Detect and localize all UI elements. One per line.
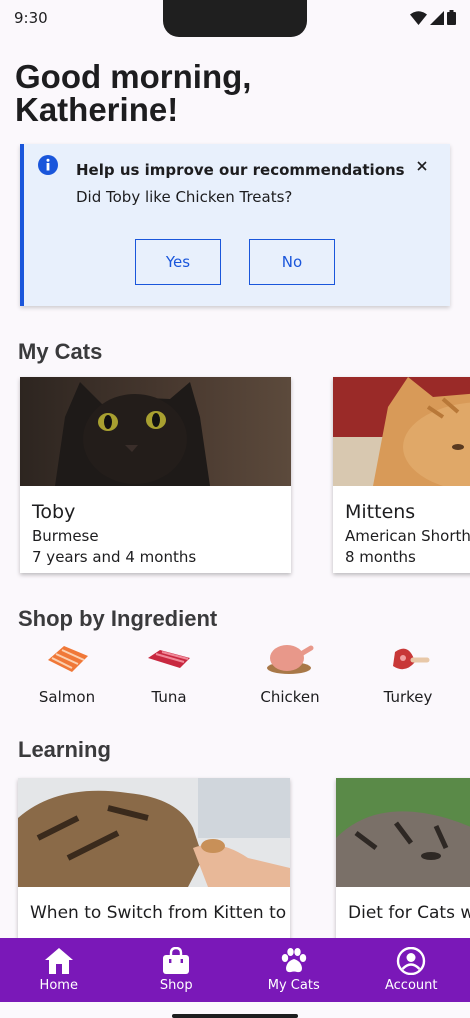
nav-item-shop[interactable]: Shop xyxy=(118,938,236,1002)
bottom-navigation: Home Shop My Cats Account xyxy=(0,938,470,1002)
signal-icon xyxy=(430,10,444,25)
turkey-icon xyxy=(393,648,430,670)
ingredient-label: Chicken xyxy=(260,688,320,706)
ingredient-label: Tuna xyxy=(151,688,187,706)
camera-notch xyxy=(163,0,307,37)
article-photo xyxy=(336,778,470,887)
article-title: Diet for Cats with Stones xyxy=(348,903,470,923)
ingredient-label: Salmon xyxy=(38,688,96,706)
ingredient-salmon[interactable]: Salmon xyxy=(17,638,117,710)
banner-question: Did Toby like Chicken Treats? xyxy=(76,188,293,206)
nav-item-account[interactable]: Account xyxy=(353,938,470,1002)
ingredient-tuna[interactable]: Tuna xyxy=(119,638,219,710)
close-icon[interactable] xyxy=(414,158,430,174)
paw-icon xyxy=(281,948,306,973)
cat-card-mittens[interactable]: Mittens American Shorthair 8 months xyxy=(333,377,470,573)
ingredient-turkey[interactable]: Turkey xyxy=(358,638,458,710)
cat-name: Toby xyxy=(32,501,76,523)
status-bar: 9:30 xyxy=(0,0,470,38)
banner-title: Help us improve our recommendations xyxy=(76,161,405,179)
status-time: 9:30 xyxy=(14,9,48,27)
nav-label: Account xyxy=(385,978,438,993)
account-icon xyxy=(397,947,426,975)
no-button[interactable]: No xyxy=(249,239,335,285)
yes-button[interactable]: Yes xyxy=(135,239,221,285)
cat-breed: American Shorthair xyxy=(345,527,470,545)
article-card[interactable]: Diet for Cats with Stones xyxy=(336,778,470,948)
battery-icon xyxy=(447,10,456,25)
ingredient-label: Turkey xyxy=(383,688,433,706)
tuna-icon xyxy=(148,650,190,668)
info-icon xyxy=(38,155,58,175)
article-photo xyxy=(18,778,290,887)
shop-by-ingredient-heading: Shop by Ingredient xyxy=(18,606,218,631)
home-indicator[interactable] xyxy=(172,1014,298,1018)
cat-name: Mittens xyxy=(345,501,416,523)
learning-heading: Learning xyxy=(18,737,111,762)
cat-age: 8 months xyxy=(345,548,416,566)
article-title: When to Switch from Kitten to Adult Food xyxy=(30,903,290,923)
nav-label: Home xyxy=(39,978,78,993)
cat-photo xyxy=(20,377,291,486)
cat-photo xyxy=(333,377,470,492)
nav-item-home[interactable]: Home xyxy=(0,938,118,1002)
cat-card-toby[interactable]: Toby Burmese 7 years and 4 months xyxy=(20,377,291,573)
home-icon xyxy=(44,948,73,974)
status-icons xyxy=(410,10,456,25)
salmon-icon xyxy=(48,646,88,672)
cat-breed: Burmese xyxy=(32,527,99,545)
article-card[interactable]: When to Switch from Kitten to Adult Food xyxy=(18,778,290,948)
nav-label: My Cats xyxy=(267,978,320,993)
shopping-bag-icon xyxy=(163,947,190,974)
my-cats-heading: My Cats xyxy=(18,339,103,364)
home-screen: 9:30 Good morning, Katherine! Help us im… xyxy=(0,0,470,1018)
wifi-icon xyxy=(410,10,427,25)
nav-label: Shop xyxy=(159,978,193,993)
feedback-banner: Help us improve our recommendations Did … xyxy=(20,144,450,306)
chicken-icon xyxy=(267,645,314,674)
cat-age: 7 years and 4 months xyxy=(32,548,197,566)
greeting-heading: Good morning, Katherine! xyxy=(15,58,252,128)
ingredient-chicken[interactable]: Chicken xyxy=(240,638,340,710)
nav-item-my-cats[interactable]: My Cats xyxy=(235,938,353,1002)
